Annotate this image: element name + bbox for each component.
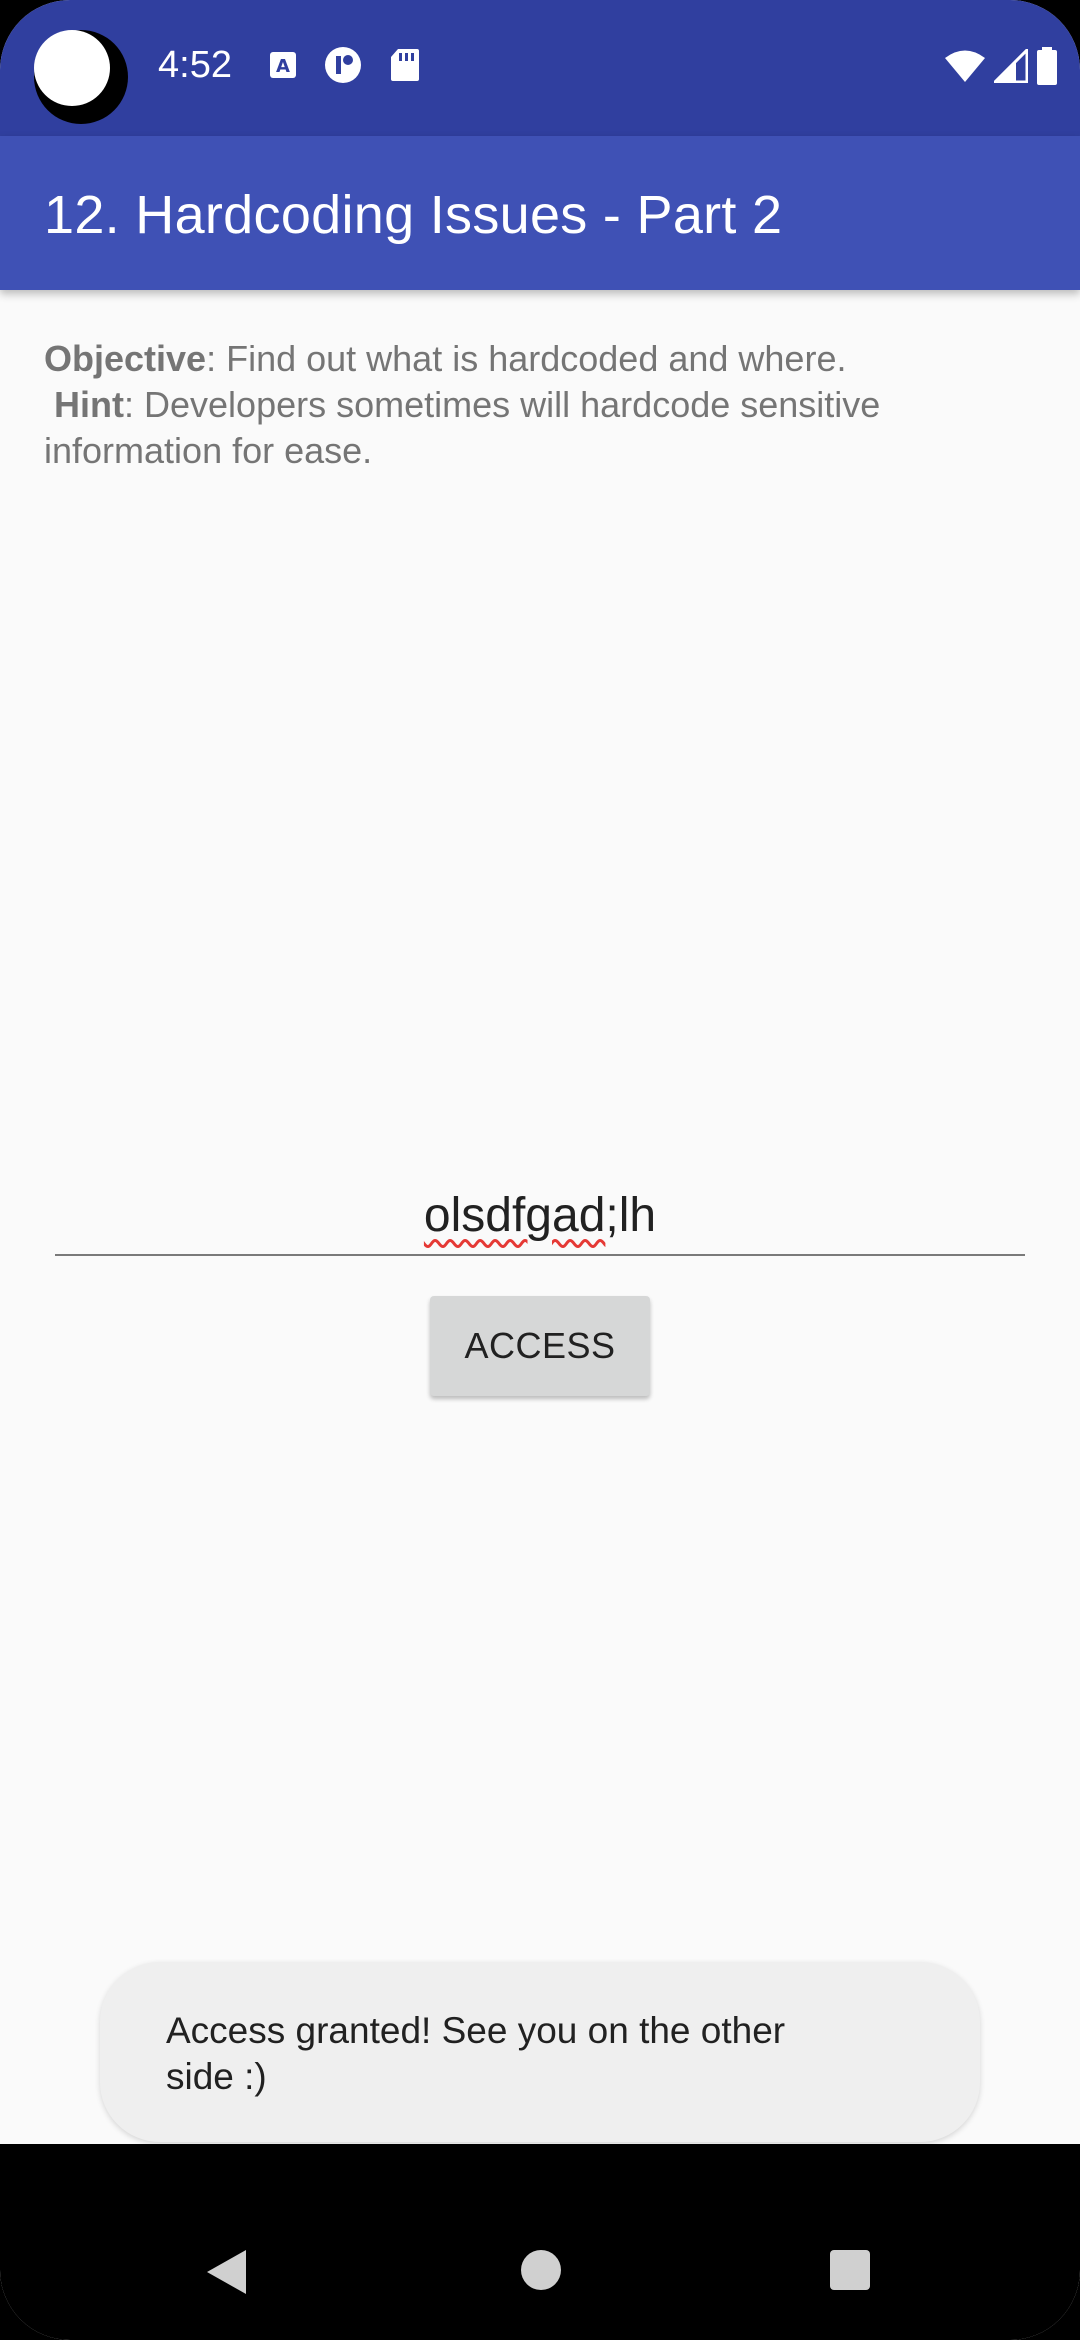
hint-line-2: information for ease. [44,430,373,471]
access-button[interactable]: ACCESS [430,1296,650,1396]
hint-line: Hint: Developers sometimes will hardcode… [44,382,1044,428]
password-input[interactable] [55,1180,1025,1256]
wifi-icon [945,50,985,82]
recents-icon[interactable] [828,2248,872,2292]
status-bar: 4:52 A [0,0,1080,136]
toast-message: Access granted! See you on the other sid… [100,1962,980,2142]
text-notification-icon: A [270,52,296,78]
navigation-bar [0,2144,1080,2340]
objective-text: : Find out what is hardcoded and where. [206,338,847,379]
signal-icon [994,49,1028,83]
back-icon[interactable] [204,2248,248,2296]
camera-lens [34,30,110,106]
objective-label: Objective [44,338,207,379]
hint-text: : Developers sometimes will hardcode sen… [124,384,881,425]
hint-label: Hint [54,384,124,425]
sd-card-icon [391,49,419,81]
page-title: 12. Hardcoding Issues - Part 2 [44,185,783,245]
battery-icon [1037,47,1057,85]
toast-line-1: Access granted! See you on the other [166,2010,786,2051]
status-icons-right [944,46,1058,86]
status-time: 4:52 [158,44,232,86]
instructions: Objective: Find out what is hardcoded an… [44,336,1044,474]
app-bar: 12. Hardcoding Issues - Part 2 [0,136,1080,290]
app-notification-icon [325,47,361,83]
toast-line-2: side :) [166,2056,267,2097]
home-icon[interactable] [519,2248,563,2292]
screen: 4:52 A 12. Hardcoding Issues - Part 2 Ob… [0,0,1080,2340]
objective-line: Objective: Find out what is hardcoded an… [44,336,1044,382]
toast-text: Access granted! See you on the other sid… [166,2008,866,2100]
svg-text:A: A [276,56,290,77]
